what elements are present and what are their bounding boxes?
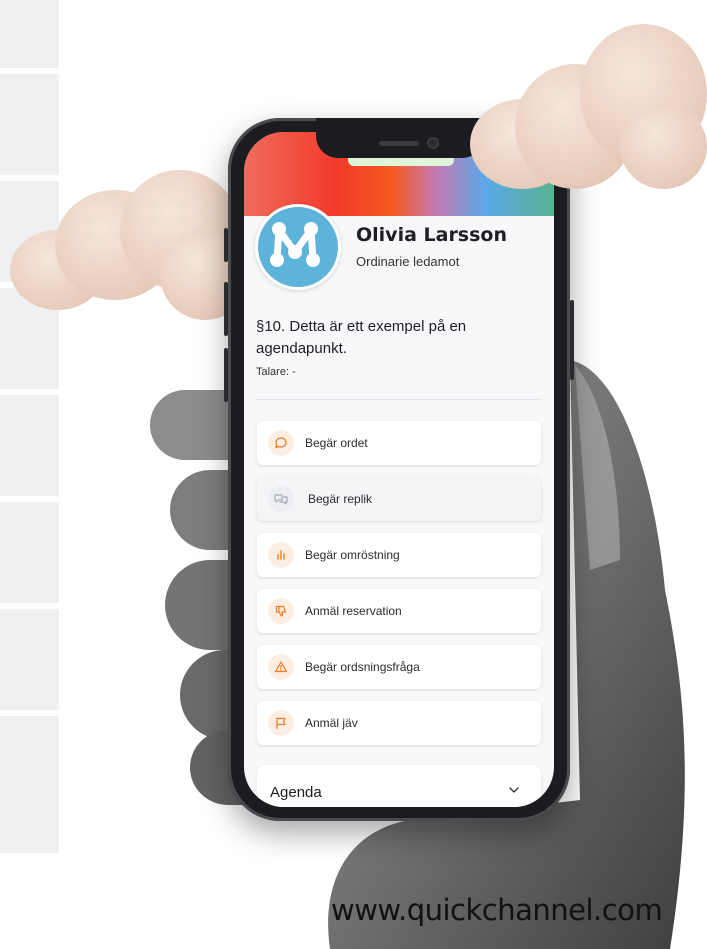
avatar <box>255 204 341 290</box>
organization-logo-icon <box>270 222 320 267</box>
user-name: Olivia Larsson <box>356 224 508 246</box>
speech-bubble-icon <box>268 430 294 456</box>
chat-bubbles-icon <box>268 486 294 512</box>
phone-screen: Olivia Larsson Ordinarie ledamot §10. De… <box>244 132 554 807</box>
chevron-down-icon <box>509 787 519 793</box>
agenda-accordion[interactable]: Agenda <box>257 765 541 807</box>
action-label: Anmäl reservation <box>305 604 402 618</box>
cloud-right <box>470 14 707 194</box>
grey-cell <box>0 502 59 603</box>
request-point-of-order-button[interactable]: Begär ordsningsfråga <box>257 645 541 689</box>
speaker-label: Talare: - <box>256 366 296 378</box>
agenda-item-title: §10. Detta är ett exempel på en agendapu… <box>256 318 467 357</box>
grey-cell <box>0 395 59 496</box>
cloud-left <box>10 160 250 325</box>
request-floor-button[interactable]: Begär ordet <box>257 421 541 465</box>
agenda-label: Agenda <box>270 784 322 801</box>
phone-speaker <box>379 141 419 146</box>
thumbs-down-icon <box>268 598 294 624</box>
grey-cell <box>0 609 59 710</box>
user-role: Ordinarie ledamot <box>356 254 460 269</box>
request-vote-button[interactable]: Begär omröstning <box>257 533 541 577</box>
action-label: Begär ordsningsfråga <box>305 660 420 674</box>
grey-cell <box>0 716 59 853</box>
phone-notch <box>316 118 484 158</box>
left-decorative-column <box>0 0 59 853</box>
divider <box>256 399 542 400</box>
grey-cell <box>0 0 59 68</box>
phone-side-button <box>224 282 228 336</box>
action-label: Begär replik <box>308 492 373 506</box>
phone-side-button <box>224 228 228 262</box>
report-conflict-of-interest-button[interactable]: Anmäl jäv <box>257 701 541 745</box>
report-reservation-button[interactable]: Anmäl reservation <box>257 589 541 633</box>
action-label: Anmäl jäv <box>305 716 358 730</box>
flag-icon <box>268 710 294 736</box>
phone-side-button <box>224 348 228 402</box>
action-label: Begär omröstning <box>305 548 400 562</box>
bar-chart-icon <box>268 542 294 568</box>
warning-icon <box>268 654 294 680</box>
request-reply-button[interactable]: Begär replik <box>257 477 541 521</box>
website-url: www.quickchannel.com <box>331 893 663 927</box>
phone-side-button <box>570 300 574 380</box>
action-label: Begär ordet <box>305 436 368 450</box>
phone-camera <box>427 137 439 149</box>
